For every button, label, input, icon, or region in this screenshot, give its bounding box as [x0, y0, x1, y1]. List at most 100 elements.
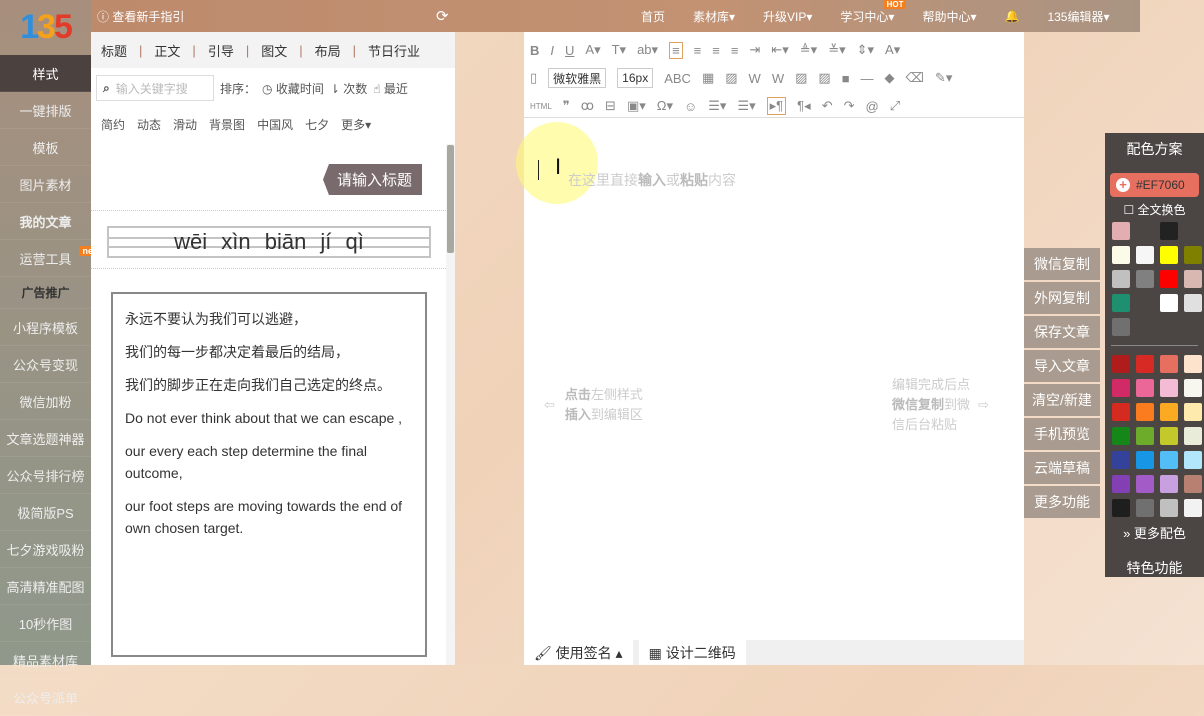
more-colors-button[interactable]: » 更多配色 [1105, 523, 1204, 542]
color-swatch[interactable] [1184, 427, 1202, 445]
color-swatch[interactable] [1136, 403, 1154, 421]
color-swatch[interactable] [1112, 222, 1130, 240]
color-swatch[interactable] [1136, 499, 1154, 517]
sidebar-item[interactable]: 高清精准配图 [0, 568, 91, 605]
color-swatch[interactable] [1160, 379, 1178, 397]
guide-link[interactable]: ⓘ 查看新手指引 [97, 8, 184, 25]
color-swatch[interactable] [1112, 499, 1130, 517]
color-swatch[interactable] [1136, 270, 1154, 288]
toolbar-button[interactable]: ≜▾ [800, 42, 817, 58]
color-swatch[interactable] [1160, 475, 1178, 493]
color-swatch[interactable] [1160, 355, 1178, 373]
color-swatch[interactable] [1160, 270, 1178, 288]
nav-item[interactable]: 素材库▾ [693, 8, 735, 25]
toolbar-button[interactable]: ⌫ [906, 70, 924, 86]
full-swap-checkbox[interactable]: ☐ 全文换色 [1105, 201, 1204, 218]
editor-placeholder[interactable]: 在这里直接输入或粘贴内容 [568, 170, 736, 190]
action-button[interactable]: 微信复制 [1024, 248, 1100, 280]
refresh-icon[interactable]: ⟳ [436, 7, 449, 25]
color-swatch[interactable] [1112, 475, 1130, 493]
color-swatch[interactable] [1112, 270, 1130, 288]
category-filter[interactable]: 更多▾ [341, 116, 371, 133]
tab-0[interactable]: 标题 [101, 41, 127, 60]
toolbar-button[interactable]: HTML [530, 102, 552, 111]
tab-1[interactable]: 正文 [154, 41, 180, 60]
qrcode-button[interactable]: ▦ 设计二维码 [638, 640, 746, 665]
category-filter[interactable]: 简约 [101, 116, 125, 133]
toolbar-button[interactable]: ⇥ [749, 42, 760, 58]
toolbar-button[interactable]: W [772, 71, 784, 86]
toolbar-button[interactable]: B [530, 43, 539, 58]
font-size-select[interactable]: 16px [617, 68, 654, 88]
toolbar-button[interactable]: ☰▾ [708, 98, 726, 114]
sidebar-item[interactable]: 精品素材库 [0, 642, 91, 679]
toolbar-button[interactable]: ⤢ [890, 98, 900, 114]
nav-item[interactable]: 升级VIP▾ [763, 8, 812, 25]
sidebar-item[interactable]: 公众号变现 [0, 346, 91, 383]
action-button[interactable]: 导入文章 [1024, 350, 1100, 382]
nav-item[interactable]: 135编辑器▾ [1047, 8, 1109, 25]
style-pinyin-title[interactable]: wēi xìn biān jí qì [107, 226, 431, 258]
signature-button[interactable]: 🖌 使用签名 ▴ [524, 640, 633, 665]
color-swatch[interactable] [1112, 294, 1130, 312]
color-swatch[interactable] [1184, 379, 1202, 397]
color-swatch[interactable] [1160, 294, 1178, 312]
font-family-select[interactable]: 微软雅黑 [548, 68, 607, 88]
category-filter[interactable]: 背景图 [209, 116, 245, 133]
toolbar-button[interactable]: ▦ [702, 70, 714, 86]
style-text-block[interactable]: 永远不要认为我们可以逃避， 我们的每一步都决定着最后的结局， 我们的脚步正在走向我们… [111, 292, 427, 657]
toolbar-button[interactable]: ☺ [684, 99, 697, 114]
toolbar-button[interactable]: ≡ [669, 41, 683, 59]
toolbar-button[interactable]: ☰▾ [737, 98, 755, 114]
action-button[interactable]: 云端草稿 [1024, 452, 1100, 484]
color-swatch[interactable] [1184, 355, 1202, 373]
toolbar-button[interactable]: ▨ [725, 70, 737, 86]
color-swatch[interactable] [1184, 451, 1202, 469]
color-swatch[interactable] [1184, 270, 1202, 288]
search-input[interactable]: ⌕ 输入关键字搜 [96, 75, 214, 101]
tab-3[interactable]: 图文 [261, 41, 287, 60]
sidebar-item[interactable]: 极简版PS [0, 494, 91, 531]
action-button[interactable]: 更多功能 [1024, 486, 1100, 518]
tab-4[interactable]: 布局 [315, 41, 341, 60]
color-swatch[interactable] [1112, 403, 1130, 421]
sidebar-item[interactable]: 运营工具new [0, 240, 103, 277]
color-swatch[interactable] [1160, 222, 1178, 240]
sidebar-item[interactable]: 10秒作图 [0, 605, 91, 642]
toolbar-button[interactable]: ab▾ [637, 42, 658, 58]
toolbar-button[interactable]: A▾ [585, 42, 600, 58]
toolbar-button[interactable]: T▾ [612, 42, 626, 58]
color-swatch[interactable] [1184, 475, 1202, 493]
toolbar-button[interactable]: — [861, 71, 874, 86]
toolbar-button[interactable]: ꝏ [581, 98, 594, 114]
action-button[interactable]: 手机预览 [1024, 418, 1100, 450]
action-button[interactable]: 保存文章 [1024, 316, 1100, 348]
color-swatch[interactable] [1136, 451, 1154, 469]
toolbar-button[interactable]: ▣▾ [627, 98, 646, 114]
logo[interactable]: 135 [0, 0, 91, 55]
sidebar-item[interactable]: 微信加粉 [0, 383, 91, 420]
action-button[interactable]: 清空/新建 [1024, 384, 1100, 416]
nav-item[interactable]: 🔔 [1004, 9, 1019, 23]
category-filter[interactable]: 七夕 [305, 116, 329, 133]
sidebar-item[interactable]: 小程序模板 [0, 309, 91, 346]
toolbar-button[interactable]: W [749, 71, 761, 86]
color-swatch[interactable] [1160, 427, 1178, 445]
sort-option[interactable]: ◷ 收藏时间 [262, 80, 324, 97]
toolbar-button[interactable]: ⇕▾ [857, 42, 874, 58]
sidebar-item[interactable]: 图片素材 [0, 166, 91, 203]
toolbar-button[interactable]: ABC [664, 71, 691, 86]
color-swatch[interactable] [1160, 403, 1178, 421]
color-swatch[interactable] [1112, 451, 1130, 469]
toolbar-button[interactable]: ≡ [694, 43, 702, 58]
color-swatch[interactable] [1136, 475, 1154, 493]
sort-option[interactable]: ☝ 最近 [373, 80, 408, 97]
color-swatch[interactable] [1136, 246, 1154, 264]
toolbar-button[interactable]: A▾ [885, 42, 900, 58]
nav-item[interactable]: 首页 [641, 8, 665, 25]
sidebar-item[interactable]: 样式 [0, 55, 91, 92]
scrollbar[interactable] [446, 144, 455, 665]
color-swatch[interactable] [1160, 246, 1178, 264]
color-swatch[interactable] [1160, 451, 1178, 469]
toolbar-button[interactable]: ◆ [885, 70, 895, 86]
